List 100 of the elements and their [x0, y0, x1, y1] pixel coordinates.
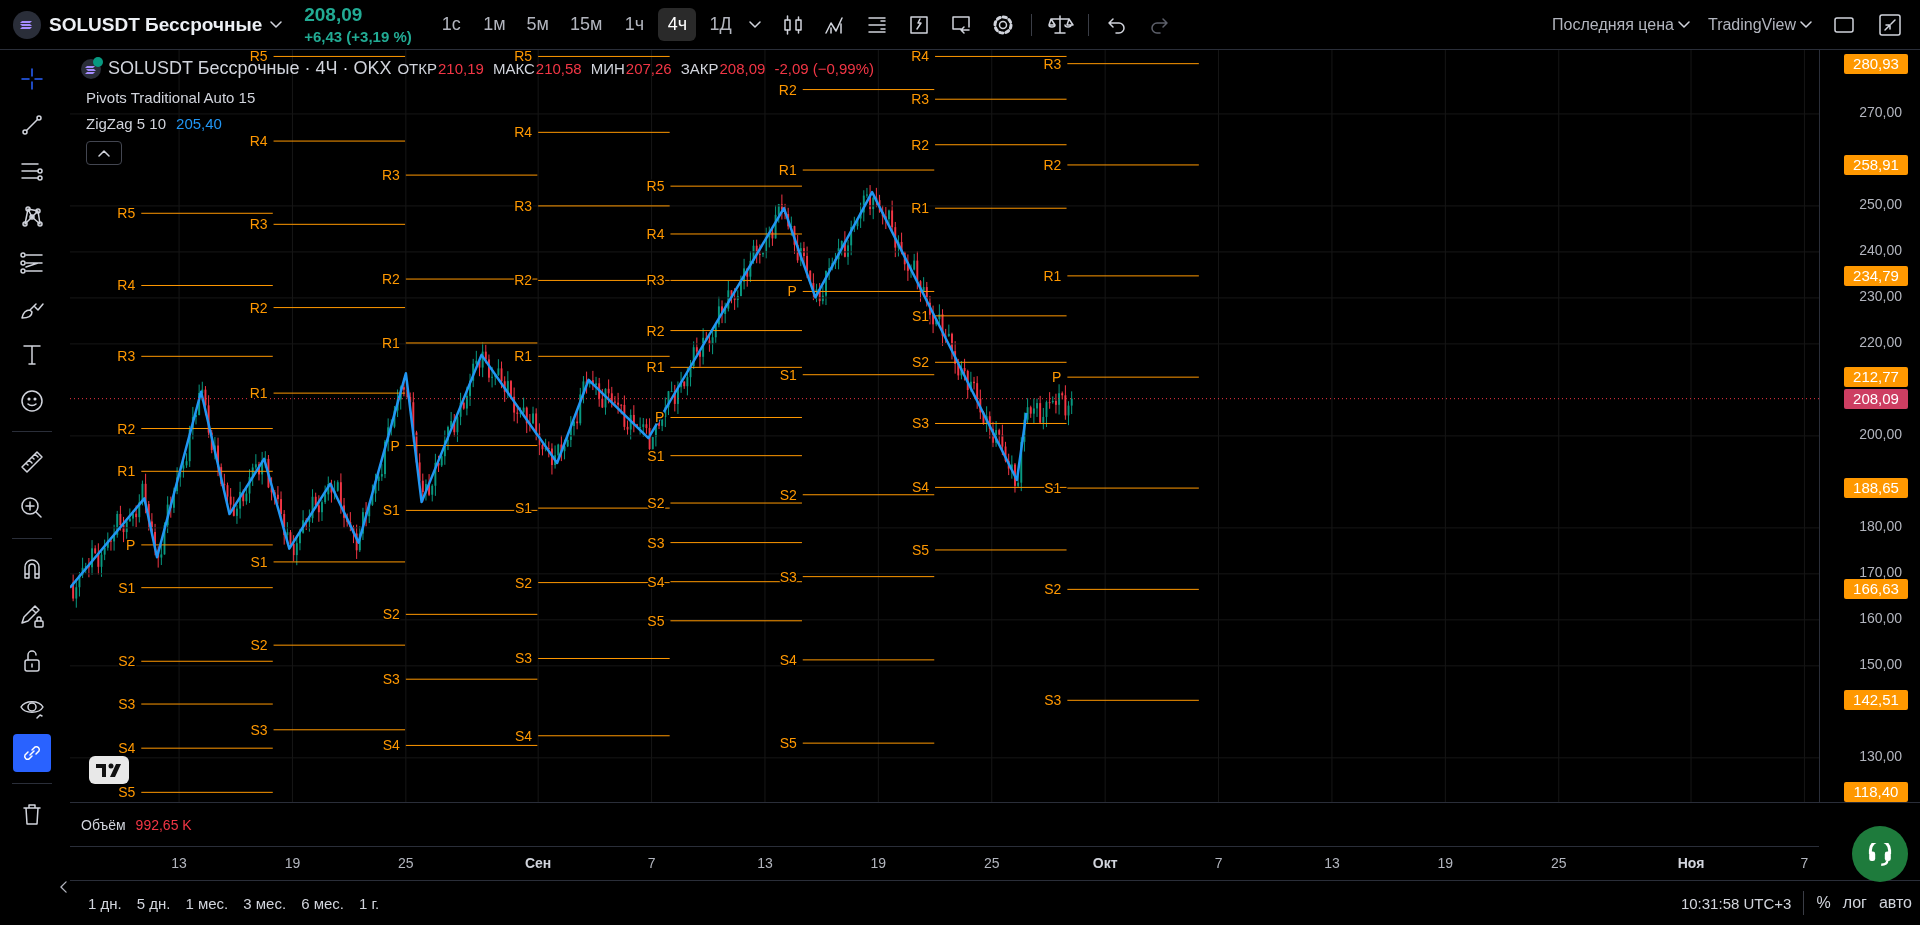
- pivot-label: R1: [381, 335, 400, 351]
- layout-dropdown[interactable]: TradingView: [1707, 15, 1812, 34]
- pivot-label: S3: [382, 671, 400, 688]
- price-source-dropdown[interactable]: Последняя цена: [1552, 15, 1690, 34]
- pivot-label: S4: [779, 651, 797, 668]
- pivot-label: S5: [118, 784, 136, 801]
- pivot-label: S1: [382, 502, 400, 519]
- time-tick: 7: [647, 855, 656, 871]
- interval-button[interactable]: 1Д: [701, 8, 740, 41]
- time-tick: 7: [1214, 855, 1223, 871]
- pivot-label: S3: [515, 650, 533, 667]
- ohlc-value: 208,09: [719, 59, 766, 77]
- pivot-label: R3: [1043, 55, 1062, 72]
- pivot-label: S2: [250, 637, 268, 654]
- support-button[interactable]: [1852, 826, 1908, 882]
- pivot-label: S4: [118, 740, 136, 757]
- caret-icon[interactable]: [748, 21, 761, 28]
- last-price-label: 208,09: [1844, 388, 1908, 409]
- price-tick: 250,00: [1859, 196, 1902, 212]
- link-tool[interactable]: [12, 734, 51, 772]
- range-button[interactable]: 3 мес.: [243, 894, 287, 912]
- price-tick: 130,00: [1859, 748, 1902, 764]
- level-price-label: 258,91: [1844, 154, 1908, 175]
- caret-icon: [1800, 21, 1812, 28]
- pivot-label: R5: [514, 50, 533, 65]
- pivot-label: R5: [249, 50, 268, 65]
- time-tick: 7: [1800, 855, 1809, 871]
- pivot-label: P: [655, 409, 665, 426]
- symbol-logo-icon: [80, 56, 104, 80]
- time-tick: 19: [1437, 855, 1454, 871]
- time-tick: 13: [1324, 855, 1340, 871]
- interval-button[interactable]: 15м: [562, 8, 611, 41]
- pivot-label: R1: [249, 385, 268, 402]
- auto-toggle[interactable]: авто: [1878, 894, 1912, 912]
- pivot-label: S3: [647, 534, 665, 551]
- volume-value: 992,65 K: [135, 816, 192, 833]
- pivot-label: S5: [911, 541, 930, 558]
- level-price-label: 212,77: [1844, 367, 1908, 388]
- pivot-label: R2: [117, 420, 136, 437]
- ohlc-label: МИН: [590, 59, 625, 77]
- pivot-label: P: [787, 283, 797, 300]
- interval-button[interactable]: 5м: [518, 8, 557, 41]
- logo-icon[interactable]: [89, 756, 129, 784]
- percent-toggle[interactable]: %: [1816, 894, 1831, 912]
- pivot-label: S1: [647, 447, 665, 464]
- log-toggle[interactable]: лог: [1842, 894, 1867, 912]
- level-price-label: 118,40: [1844, 782, 1908, 802]
- fib-levels-icon: [17, 249, 46, 277]
- interval-button[interactable]: 4ч: [658, 8, 697, 41]
- caret-icon: [1677, 21, 1690, 28]
- ohlc-label: ОТКР: [397, 59, 437, 77]
- pivot-label: R4: [514, 124, 533, 141]
- range-button[interactable]: 1 дн.: [88, 894, 122, 912]
- pivot-label: R3: [117, 348, 136, 365]
- pivot-label: R2: [646, 322, 665, 339]
- range-button[interactable]: 1 г.: [358, 894, 380, 912]
- pivot-label: R1: [646, 359, 665, 376]
- indicator-value: 205,40: [176, 115, 222, 132]
- pivot-label: S3: [250, 721, 268, 738]
- price-tick: 160,00: [1859, 610, 1902, 626]
- pivot-label: P: [390, 437, 400, 454]
- pivot-label: S2: [118, 653, 136, 670]
- time-tick: 25: [398, 855, 414, 871]
- range-button[interactable]: 1 мес.: [185, 894, 229, 912]
- interval-button[interactable]: 1м: [475, 8, 514, 41]
- time-tick: Окт: [1092, 855, 1118, 871]
- clock-time[interactable]: 10:31:58 UTC+3: [1680, 894, 1792, 912]
- pivot-label: S1: [779, 366, 797, 383]
- pivot-label: S2: [911, 354, 930, 371]
- collapse-button[interactable]: [86, 141, 122, 165]
- indicator-name[interactable]: Pivots Traditional Auto 15: [86, 89, 256, 106]
- chevron-left-icon[interactable]: [60, 881, 67, 893]
- pivot-label: R3: [514, 197, 533, 214]
- interval-button[interactable]: 1с: [432, 8, 471, 41]
- interval-button[interactable]: 1ч: [615, 8, 654, 41]
- symbol-button[interactable]: SOLUSDT Бессрочные: [49, 13, 263, 36]
- price-tick: 230,00: [1859, 288, 1902, 304]
- pivot-label: R3: [249, 216, 268, 233]
- pivot-label: R1: [514, 348, 533, 365]
- pivot-label: R5: [646, 178, 665, 195]
- pivot-label: R3: [381, 167, 400, 184]
- price-tick: 150,00: [1859, 656, 1902, 672]
- range-button[interactable]: 5 дн.: [136, 894, 171, 912]
- pivot-label: R2: [778, 81, 797, 98]
- time-tick: 25: [983, 855, 1000, 871]
- pivot-label: S2: [382, 606, 400, 623]
- ohlc-change: -2,09 (−0,99%): [774, 59, 875, 77]
- indicator-name[interactable]: ZigZag 5 10: [86, 115, 167, 132]
- volume-label: Объём: [81, 816, 126, 833]
- pivot-label: S4: [911, 479, 930, 496]
- pivot-label: R4: [249, 133, 268, 150]
- pivot-label: S5: [779, 735, 797, 752]
- ohlc-label: ЗАКР: [680, 59, 719, 77]
- range-button[interactable]: 6 мес.: [301, 894, 344, 912]
- pivot-label: S1: [911, 307, 930, 324]
- pivot-label: R4: [646, 226, 665, 242]
- pivot-label: S2: [647, 495, 665, 512]
- price-tick: 180,00: [1859, 518, 1902, 534]
- level-price-label: 280,93: [1844, 53, 1908, 74]
- pivot-label: S3: [1044, 692, 1062, 709]
